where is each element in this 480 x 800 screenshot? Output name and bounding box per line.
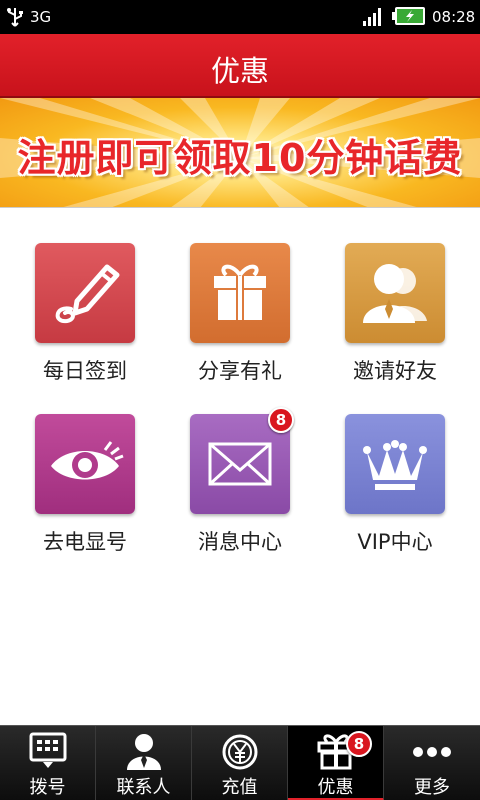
tile-label: 消息中心 (198, 530, 282, 554)
tile-icon-box[interactable] (345, 414, 445, 514)
tile-daily-checkin[interactable]: 每日签到 (35, 243, 135, 385)
nav-offers[interactable]: 8 优惠 (288, 726, 384, 800)
battery-charging-icon (392, 7, 425, 25)
tile-icon-box[interactable] (35, 243, 135, 343)
tile-label: 每日签到 (43, 359, 127, 383)
nav-label: 充值 (221, 777, 258, 798)
dialpad-icon (29, 732, 67, 768)
nav-label: 优惠 (317, 777, 354, 798)
page-title: 优惠 (210, 54, 269, 88)
status-bar: 3G 08:28 (0, 0, 480, 34)
tile-label: VIP中心 (357, 530, 433, 554)
tile-label: 分享有礼 (198, 359, 282, 383)
tile-label: 去电显号 (43, 530, 127, 554)
yuan-coin-icon (222, 734, 258, 770)
notification-badge: 8 (268, 407, 294, 433)
more-dots-icon (413, 747, 451, 757)
eye-icon (51, 441, 124, 480)
pen-icon (55, 264, 120, 324)
tile-label: 邀请好友 (353, 359, 437, 383)
nav-label: 更多 (414, 777, 450, 798)
nav-recharge[interactable]: 充值 (192, 726, 288, 800)
promo-banner[interactable]: 注册即可领取10分钟话费 (0, 98, 480, 208)
nav-label: 联系人 (116, 777, 171, 798)
crown-icon (363, 440, 427, 490)
usb-icon (7, 8, 23, 27)
nav-dialpad[interactable]: 拨号 (0, 726, 96, 800)
tile-invite-friends[interactable]: 邀请好友 (345, 243, 445, 385)
tile-message-center[interactable]: 8 消息中心 (190, 407, 294, 556)
gift-icon (214, 264, 266, 320)
bottom-nav: 拨号 联系人 充值 8 优惠 更多 (0, 725, 480, 800)
signal-icon (363, 8, 381, 26)
users-icon (363, 264, 427, 323)
tile-icon-box[interactable] (345, 243, 445, 343)
title-bar: 优惠 (0, 34, 480, 98)
notification-badge: 8 (346, 731, 372, 757)
contact-icon (127, 734, 161, 770)
clock: 08:28 (432, 8, 476, 26)
tile-vip-center[interactable]: VIP中心 (345, 414, 445, 556)
network-type: 3G (30, 8, 52, 26)
nav-more[interactable]: 更多 (384, 726, 480, 800)
banner-text: 注册即可领取10分钟话费 (17, 136, 463, 180)
nav-contacts[interactable]: 联系人 (96, 726, 192, 800)
nav-label: 拨号 (29, 777, 66, 798)
tile-share-reward[interactable]: 分享有礼 (190, 243, 290, 385)
tile-icon-box[interactable] (190, 243, 290, 343)
tile-icon-box[interactable] (35, 414, 135, 514)
tile-caller-id[interactable]: 去电显号 (35, 414, 135, 556)
